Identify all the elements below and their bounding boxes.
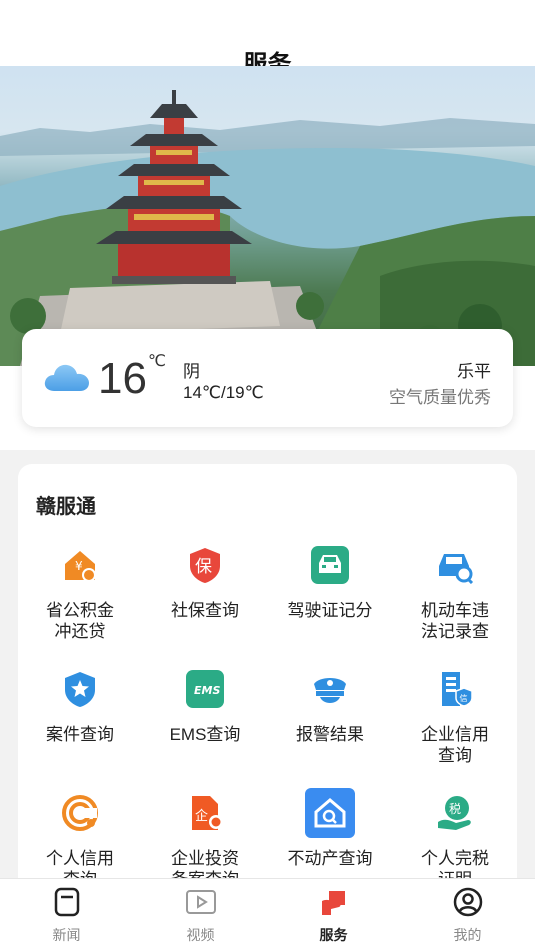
svg-text:¥: ¥ [75, 559, 83, 573]
svg-text:企: 企 [195, 808, 208, 824]
services-card: 赣服通 ¥ 省公积金冲还贷 保 社保查询 驾驶证记分 机动车违法记录查 案件查询… [18, 464, 517, 924]
screen: 服务 16 ℃ 阴 14℃/19℃ 乐平 空气质量优秀 赣服通 ¥ 省公积金冲还… [0, 0, 535, 951]
temperature: 16 [98, 354, 147, 403]
cloud-icon [44, 364, 89, 391]
real-estate-icon [305, 788, 355, 838]
service-label: 驾驶证记分 [287, 601, 373, 620]
nav-item-video[interactable]: 视频 [134, 879, 267, 951]
top-bar: 服务 [0, 0, 535, 78]
hero-banner[interactable] [0, 66, 535, 366]
city-name: 乐平 [457, 362, 491, 381]
ems-icon: EMS [186, 670, 224, 708]
enterprise-invest-icon: 企 [192, 796, 223, 830]
nav-label: 新闻 [52, 927, 81, 943]
bottom-nav: 新闻 视频 服务 我的 [0, 878, 535, 951]
driver-license-car-icon [311, 546, 349, 584]
service-label: 案件查询 [46, 725, 114, 744]
social-security-shield-icon: 保 [190, 548, 220, 583]
service-label: 社保查询 [171, 601, 239, 620]
weather-condition: 阴 [183, 362, 200, 381]
temperature-range: 14℃/19℃ [183, 383, 264, 402]
service-label: 企业信用查询 [421, 725, 489, 765]
weather-card[interactable]: 16 ℃ 阴 14℃/19℃ 乐平 空气质量优秀 [22, 329, 513, 427]
svg-text:EMS: EMS [194, 684, 220, 697]
svg-text:保: 保 [195, 557, 212, 577]
housing-fund-icon: ¥ [65, 551, 96, 582]
svg-text:信: 信 [460, 693, 468, 703]
service-label: 不动产查询 [287, 849, 373, 868]
video-icon [186, 890, 216, 914]
enterprise-credit-icon: 信 [442, 672, 473, 707]
service-label: EMS查询 [169, 725, 241, 744]
nav-label: 我的 [453, 927, 482, 943]
police-cap-icon [314, 678, 346, 703]
police-badge-icon [65, 672, 95, 707]
vehicle-search-icon [439, 554, 474, 584]
service-label: 省公积金冲还贷 [46, 601, 114, 641]
air-quality: 空气质量优秀 [389, 388, 491, 407]
service-label: 机动车违法记录查 [421, 601, 489, 641]
nav-label: 视频 [186, 927, 215, 943]
service-icon [322, 891, 345, 915]
nav-item-service[interactable]: 服务 [267, 879, 400, 951]
hero-image [0, 90, 535, 366]
nav-label: 服务 [319, 927, 348, 943]
profile-icon [453, 887, 483, 917]
services-title: 赣服通 [36, 496, 96, 518]
personal-credit-icon [62, 795, 98, 831]
service-label: 报警结果 [296, 725, 364, 744]
nav-item-news[interactable]: 新闻 [0, 879, 133, 951]
news-icon [54, 887, 80, 917]
nav-item-profile[interactable]: 我的 [401, 879, 534, 951]
tax-certificate-icon: 税 [438, 796, 471, 830]
temperature-unit: ℃ [148, 353, 166, 370]
svg-text:税: 税 [449, 802, 461, 816]
